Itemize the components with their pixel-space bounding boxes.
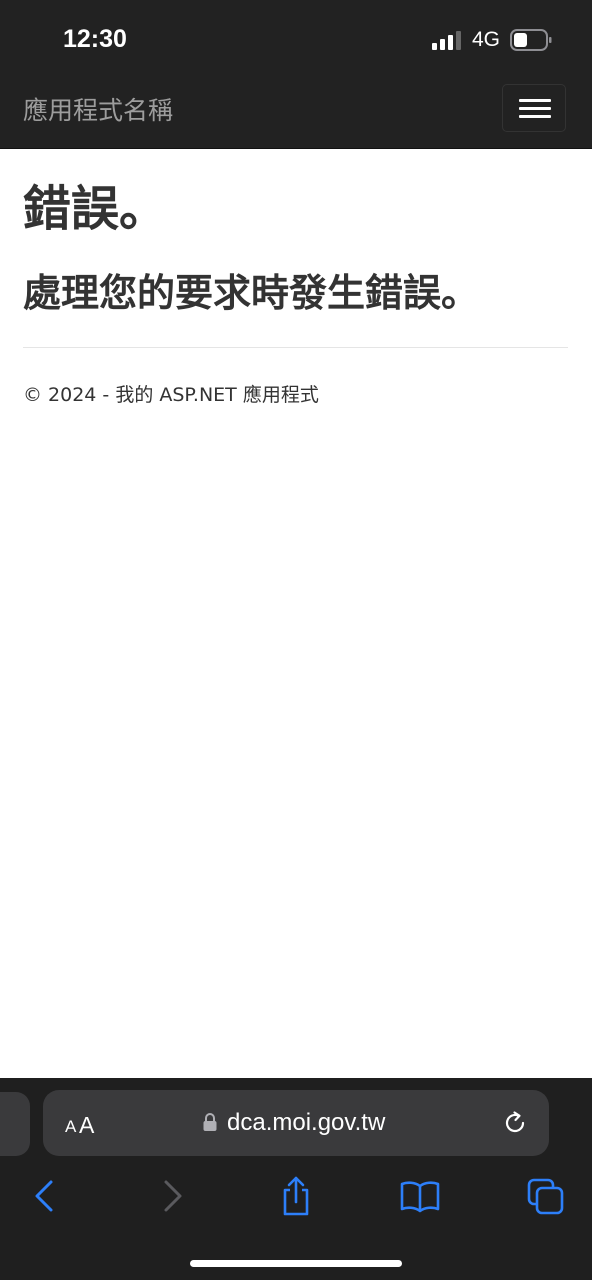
- error-title: 錯誤。: [23, 181, 168, 237]
- share-icon[interactable]: [276, 1176, 316, 1216]
- error-message: 處理您的要求時發生錯誤。: [23, 271, 480, 315]
- lock-icon: [203, 1113, 217, 1131]
- screen: 12:30 4G 應用程式名稱 錯誤。 處理您的要求時發生錯誤。 © 2024 …: [0, 0, 592, 1280]
- text-size-large-label: A: [79, 1112, 95, 1138]
- status-bar: 12:30 4G: [0, 0, 592, 78]
- site-navbar: 應用程式名稱: [0, 78, 592, 149]
- text-size-small-label: A: [65, 1117, 77, 1136]
- tabs-icon[interactable]: [526, 1176, 566, 1216]
- url-text[interactable]: dca.moi.gov.tw: [227, 1108, 385, 1138]
- brand-link[interactable]: 應用程式名稱: [23, 94, 173, 128]
- text-size-button[interactable]: A A: [65, 1107, 105, 1139]
- back-chevron-icon[interactable]: [24, 1176, 64, 1216]
- bookmarks-icon[interactable]: [400, 1176, 440, 1216]
- reload-icon[interactable]: [501, 1109, 529, 1137]
- divider: [23, 347, 568, 348]
- network-type-label: 4G: [472, 28, 501, 51]
- home-indicator: [190, 1260, 402, 1267]
- previous-tab-preview[interactable]: [0, 1092, 30, 1156]
- cellular-signal-icon: [432, 30, 464, 50]
- footer-copyright: © 2024 - 我的 ASP.NET 應用程式: [23, 384, 319, 406]
- battery-icon: [510, 29, 552, 51]
- address-bar[interactable]: A A dca.moi.gov.tw: [43, 1090, 549, 1156]
- browser-toolbar: A A dca.moi.gov.tw: [0, 1078, 592, 1280]
- status-time: 12:30: [63, 25, 127, 53]
- forward-chevron-icon[interactable]: [152, 1176, 192, 1216]
- hamburger-menu-icon: [519, 99, 551, 102]
- menu-toggle-button[interactable]: [502, 84, 566, 132]
